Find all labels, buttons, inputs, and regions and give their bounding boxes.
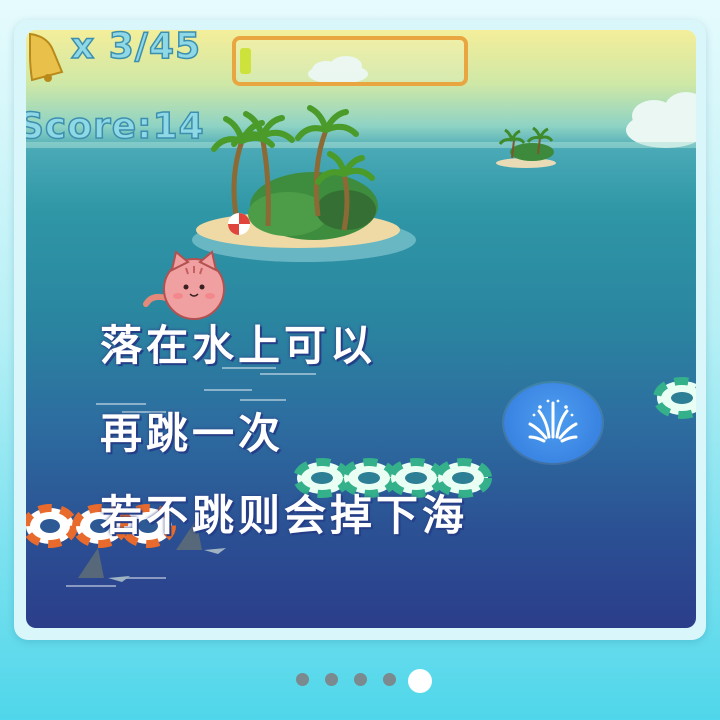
level-progress-bar: [232, 36, 468, 86]
jump-button[interactable]: [504, 383, 602, 463]
splash-icon: [528, 399, 578, 443]
pagination-dot-4[interactable]: [383, 673, 396, 686]
pagination-dot-2[interactable]: [325, 673, 338, 686]
score-display: Score:14: [26, 105, 205, 148]
overlay-text-line-1: 落在水上可以: [100, 321, 377, 370]
bell-icon: [26, 30, 66, 88]
cat-character: [143, 250, 225, 320]
palm-island: [192, 105, 416, 262]
life-rings-teal: [293, 377, 696, 498]
lives-counter: x 3/45: [70, 30, 202, 68]
beach-umbrella-icon: [228, 213, 250, 235]
overlay-text-line-2: 再跳一次: [100, 409, 285, 458]
cloud: [626, 92, 696, 148]
level-progress-fill: [240, 48, 251, 74]
pagination-dot-5-active[interactable]: [408, 669, 432, 693]
pagination-dots: [0, 665, 720, 695]
pagination-dot-1[interactable]: [296, 673, 309, 686]
pagination-dot-3[interactable]: [354, 673, 367, 686]
overlay-text-line-3: 若不跳则会掉下海: [100, 491, 469, 540]
